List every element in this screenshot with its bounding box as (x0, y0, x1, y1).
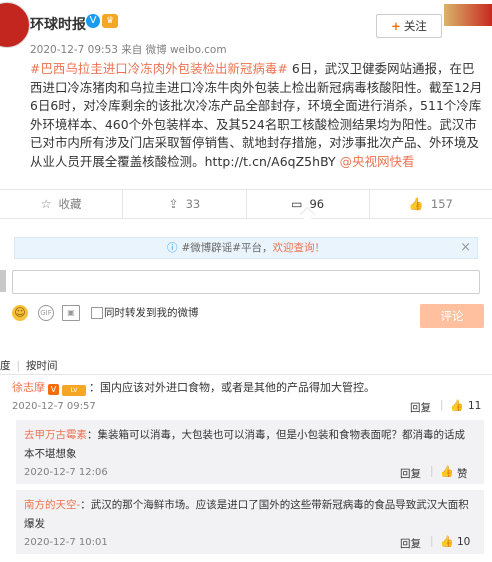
favorite-button[interactable]: ☆ 收藏 (0, 190, 124, 218)
vip-crown-icon: ♛ (102, 14, 118, 28)
comment-icon: ▭ (291, 197, 303, 211)
close-icon[interactable]: × (460, 238, 471, 258)
my-avatar (0, 270, 6, 292)
like-count: 赞 (457, 468, 468, 480)
subcomment-text: 南方的天空-：武汉的那个海鲜市场。应该是进口了国外的这些带新冠病毒的食品导致武汉… (24, 499, 469, 530)
emoji-icon[interactable]: ☺ (12, 305, 28, 321)
gif-icon[interactable]: GIF (38, 305, 54, 321)
mention-link[interactable]: @央视网快看 (340, 154, 415, 169)
level-badge-icon: LV (62, 385, 86, 396)
like-count: 10 (457, 536, 471, 548)
subcomment-time: 2020-12-7 10:01 (24, 537, 108, 548)
image-icon[interactable]: ▣ (62, 305, 80, 321)
repost-button[interactable]: ⇪ 33 (123, 190, 247, 218)
post-meta: 2020-12-7 09:53 来自 微博 weibo.com (30, 44, 227, 56)
subcomment-box: 去甲万古霉素：集装箱可以消毒，大包装也可以消毒，但是小包装和食物表面呢？都消毒的… (16, 420, 484, 484)
reply-button[interactable]: 回复 (400, 536, 421, 551)
star-icon: ☆ (40, 197, 52, 211)
post-action-bar: ☆ 收藏 ⇪ 33 ▭ 96 👍 157 (0, 189, 492, 223)
comment-time: 2020-12-7 09:57 (12, 401, 96, 412)
hashtag-link[interactable]: #巴西乌拉圭进口冷冻肉外包装检出新冠病毒# (30, 61, 288, 76)
reply-button[interactable]: 回复 (410, 400, 431, 415)
author-name[interactable]: 环球时报 (30, 14, 86, 34)
notice-link[interactable]: 欢迎查询！ (273, 242, 326, 254)
sort-bar: 度 | 按时间 (0, 360, 58, 372)
repost-checkbox-label: 同时转发到我的微博 (104, 307, 199, 319)
author-avatar[interactable] (0, 2, 30, 48)
plus-icon: + (391, 19, 401, 33)
like-icon[interactable]: 👍 (450, 399, 464, 412)
like-button[interactable]: 👍 157 (370, 190, 492, 218)
submit-comment-button[interactable]: 评论 (420, 304, 484, 328)
info-icon: ⓘ (166, 242, 178, 254)
comment-author[interactable]: 徐志摩 (12, 381, 45, 394)
divider (0, 374, 492, 375)
like-icon[interactable]: 👍 (440, 465, 454, 478)
subcomment-box: 南方的天空-：武汉的那个海鲜市场。应该是进口了国外的这些带新冠病毒的食品导致武汉… (16, 490, 484, 554)
sort-hot-tab[interactable]: 度 (0, 360, 11, 372)
like-icon[interactable]: 👍 (440, 535, 454, 548)
sort-time-tab[interactable]: 按时间 (26, 360, 58, 372)
comment-input[interactable] (12, 270, 480, 294)
share-icon: ⇪ (168, 197, 179, 211)
subcomment-author[interactable]: 去甲万古霉素 (24, 429, 87, 441)
subcomment-text: 去甲万古霉素：集装箱可以消毒，大包装也可以消毒，但是小包装和食物表面呢？都消毒的… (24, 429, 465, 460)
subcomment-time: 2020-12-7 12:06 (24, 467, 108, 478)
profile-banner-image (444, 4, 492, 26)
follow-button[interactable]: + 关注 (376, 14, 442, 38)
like-count: 11 (468, 400, 482, 412)
verified-badge-icon: V (86, 14, 100, 28)
subcomment-author[interactable]: 南方的天空- (24, 499, 80, 511)
rumor-notice: ⓘ #微博辟谣#平台，欢迎查询！ × (14, 237, 478, 259)
post-body: 6日，武汉卫健委网站通报，在巴西进口冷冻猪肉和乌拉圭进口冷冻牛肉外包装上检出新冠… (30, 61, 483, 169)
post-text: #巴西乌拉圭进口冷冻肉外包装检出新冠病毒# 6日，武汉卫健委网站通报，在巴西进口… (30, 60, 484, 172)
reply-button[interactable]: 回复 (400, 466, 421, 481)
verified-icon: V (48, 384, 59, 395)
comment-button[interactable]: ▭ 96 (247, 190, 370, 223)
repost-checkbox[interactable] (91, 307, 103, 319)
like-icon: 👍 (408, 197, 424, 211)
comment-item: 徐志摩 V LV ：国内应该对外进口食物，或者是其他的产品得加大管控。 (12, 381, 375, 396)
